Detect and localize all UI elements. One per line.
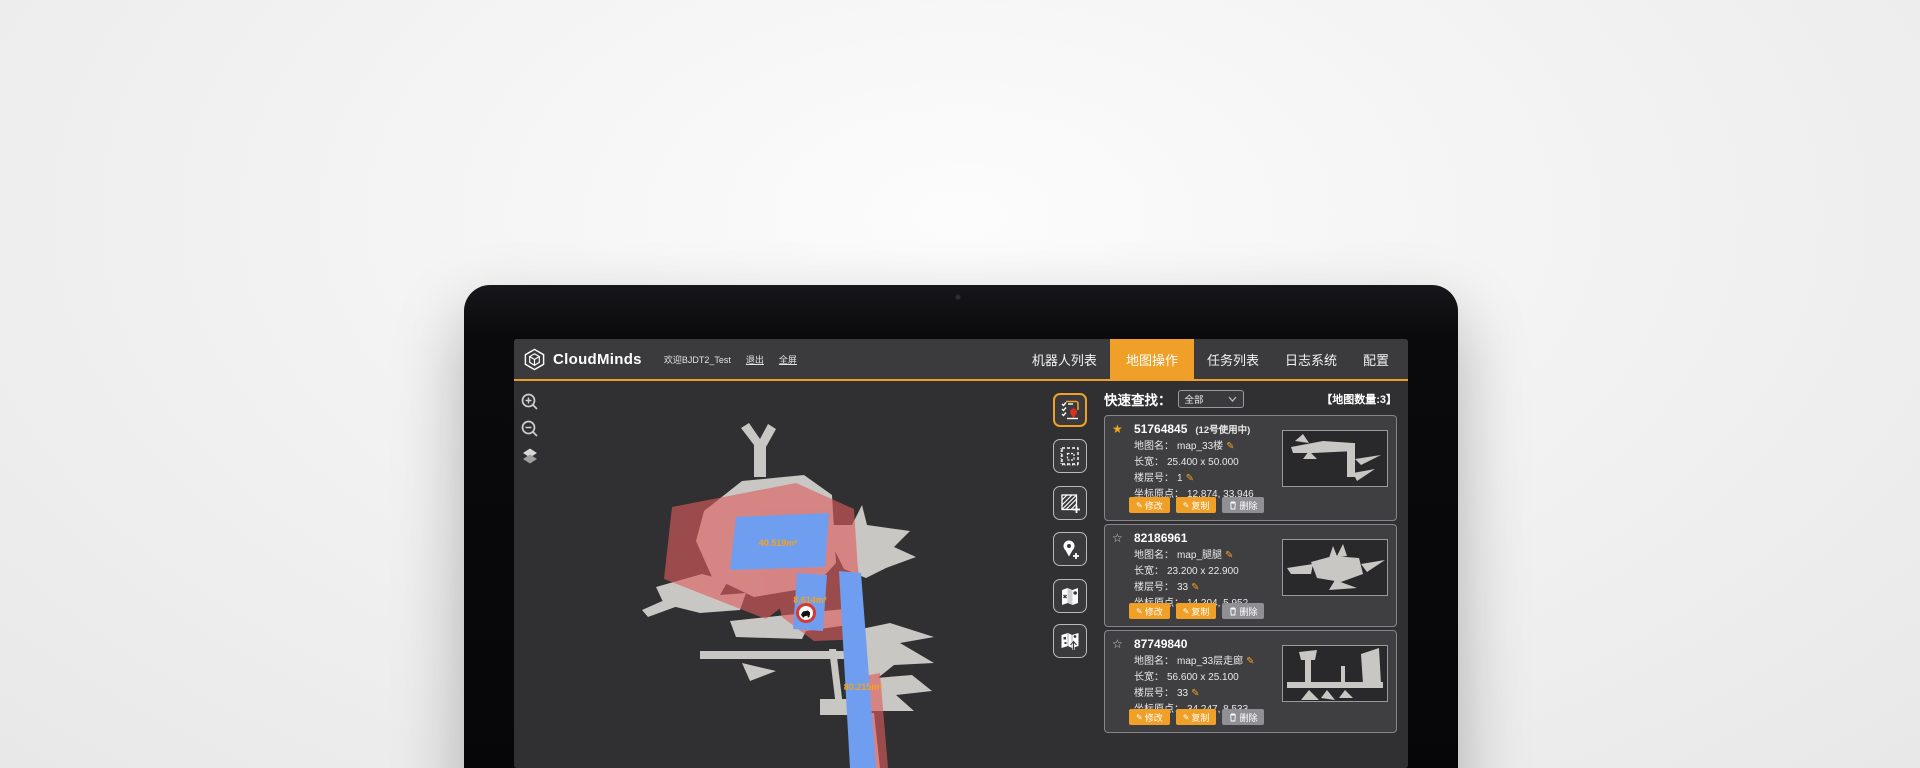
map-marker-tool-button[interactable] — [1053, 579, 1087, 613]
fullscreen-link[interactable]: 全屏 — [779, 353, 797, 366]
map-count-text: 【地图数量:3】 — [1321, 391, 1397, 407]
edit-pencil-icon[interactable]: ✎ — [1191, 688, 1199, 699]
layers-button[interactable] — [519, 445, 541, 467]
trash-icon — [1229, 713, 1237, 722]
edit-pencil-icon[interactable]: ✎ — [1246, 656, 1254, 667]
map-id: 82186961 — [1134, 531, 1187, 545]
main-menu: 机器人列表 地图操作 任务列表 日志系统 配置 — [1019, 339, 1408, 379]
select-area-icon — [1058, 444, 1082, 468]
no-robot-marker[interactable] — [798, 605, 815, 622]
map-card: ☆ 82186961 地图名：map_腿腿✎ 长宽：23.200 x 22.90… — [1104, 524, 1397, 627]
favorite-star-icon[interactable]: ☆ — [1112, 531, 1126, 545]
upload-map-tool-button[interactable] — [1053, 624, 1087, 658]
menu-item-settings[interactable]: 配置 — [1350, 339, 1402, 379]
map-thumbnail-image — [1283, 431, 1387, 486]
add-poi-tool-button[interactable] — [1053, 532, 1087, 566]
copy-button[interactable]: ✎复制 — [1176, 709, 1217, 725]
panel-header: 快速查找： 全部 【地图数量:3】 — [1104, 389, 1397, 409]
menu-item-task-list[interactable]: 任务列表 — [1194, 339, 1272, 379]
map-in-use-badge: (12号使用中) — [1195, 422, 1250, 436]
copy-button[interactable]: ✎复制 — [1176, 497, 1217, 513]
map-thumbnail[interactable] — [1282, 430, 1388, 487]
edit-pencil-icon[interactable]: ✎ — [1225, 550, 1233, 561]
map-thumbnail[interactable] — [1282, 645, 1388, 702]
map-id: 87749840 — [1134, 637, 1187, 651]
pencil-icon: ✎ — [1183, 607, 1190, 616]
modify-button[interactable]: ✎修改 — [1129, 497, 1170, 513]
task-list-tool-button[interactable] — [1053, 393, 1087, 427]
favorite-star-icon[interactable]: ★ — [1112, 422, 1126, 436]
welcome-text: 欢迎BJDT2_Test — [664, 353, 731, 366]
delete-button[interactable]: 删除 — [1222, 603, 1264, 619]
map-thumbnail-image — [1283, 646, 1387, 701]
map-thumbnail-image — [1283, 540, 1387, 595]
laptop-frame: CloudMinds 欢迎BJDT2_Test 退出 全屏 机器人列表 地图操作… — [464, 285, 1458, 768]
map-list-panel: 快速查找： 全部 【地图数量:3】 ★ 517648 — [1104, 381, 1397, 768]
chevron-down-icon — [1228, 396, 1237, 402]
folded-map-pin-icon — [1058, 584, 1082, 608]
zoom-in-button[interactable] — [519, 391, 541, 413]
map-zoom-controls — [519, 391, 541, 467]
app-window: CloudMinds 欢迎BJDT2_Test 退出 全屏 机器人列表 地图操作… — [514, 339, 1408, 768]
trash-icon — [1229, 501, 1237, 510]
area-label-2: 8.614m² — [793, 595, 827, 605]
quick-search-label: 快速查找： — [1104, 389, 1172, 409]
delete-button[interactable]: 删除 — [1222, 709, 1264, 725]
menu-item-log-system[interactable]: 日志系统 — [1272, 339, 1350, 379]
pencil-icon: ✎ — [1183, 713, 1190, 722]
trash-icon — [1229, 607, 1237, 616]
brand-name: CloudMinds — [553, 351, 642, 368]
map-card: ★ 51764845 (12号使用中) 地图名：map_33楼✎ 长宽：25.4… — [1104, 415, 1397, 521]
content-area: 40.519m² 8.614m² 80.215m² — [514, 381, 1408, 768]
edit-pencil-icon[interactable]: ✎ — [1191, 582, 1199, 593]
modify-button[interactable]: ✎修改 — [1129, 603, 1170, 619]
add-region-tool-button[interactable] — [1053, 486, 1087, 520]
page-background: CloudMinds 欢迎BJDT2_Test 退出 全屏 机器人列表 地图操作… — [0, 0, 1920, 768]
zoom-out-button[interactable] — [519, 418, 541, 440]
pencil-icon: ✎ — [1136, 713, 1143, 722]
map-upload-icon — [1058, 629, 1082, 653]
modify-button[interactable]: ✎修改 — [1129, 709, 1170, 725]
area-label-1: 40.519m² — [759, 538, 798, 548]
top-navbar: CloudMinds 欢迎BJDT2_Test 退出 全屏 机器人列表 地图操作… — [514, 339, 1408, 381]
menu-item-map-operations[interactable]: 地图操作 — [1110, 339, 1194, 379]
cloudminds-hexagon-icon — [523, 348, 546, 371]
favorite-star-icon[interactable]: ☆ — [1112, 637, 1126, 651]
session-info: 欢迎BJDT2_Test 退出 全屏 — [664, 353, 797, 366]
poi-pin-add-icon — [1058, 537, 1082, 561]
area-label-3: 80.215m² — [844, 682, 883, 692]
map-card: ☆ 87749840 地图名：map_33层走廊✎ 长宽：56.600 x 25… — [1104, 630, 1397, 733]
brand-logo: CloudMinds — [514, 348, 642, 371]
pencil-icon: ✎ — [1136, 607, 1143, 616]
filter-dropdown[interactable]: 全部 — [1178, 390, 1244, 408]
webcam-dot — [955, 294, 961, 300]
zoom-out-icon — [520, 419, 540, 439]
hatched-region-add-icon — [1058, 491, 1082, 515]
copy-button[interactable]: ✎复制 — [1176, 603, 1217, 619]
pencil-icon: ✎ — [1183, 501, 1190, 510]
delete-button[interactable]: 删除 — [1222, 497, 1264, 513]
menu-item-robot-list[interactable]: 机器人列表 — [1019, 339, 1110, 379]
edit-pencil-icon[interactable]: ✎ — [1186, 473, 1194, 484]
pencil-icon: ✎ — [1136, 501, 1143, 510]
map-thumbnail[interactable] — [1282, 539, 1388, 596]
filter-dropdown-value: 全部 — [1185, 392, 1204, 406]
map-id: 51764845 — [1134, 422, 1187, 436]
task-list-pin-icon — [1058, 398, 1082, 422]
zoom-in-icon — [520, 392, 540, 412]
edit-pencil-icon[interactable]: ✎ — [1226, 441, 1234, 452]
layers-icon — [520, 446, 540, 466]
select-area-tool-button[interactable] — [1053, 439, 1087, 473]
logout-link[interactable]: 退出 — [746, 353, 764, 366]
